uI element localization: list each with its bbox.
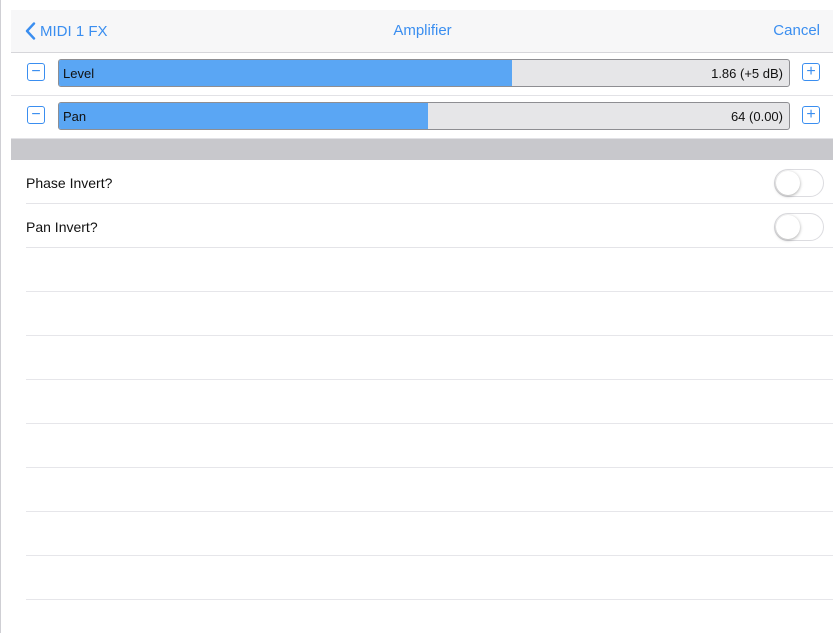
level-increment-button[interactable]: + bbox=[802, 63, 820, 81]
phase-invert-row: Phase Invert? bbox=[11, 161, 833, 204]
phase-invert-label: Phase Invert? bbox=[26, 175, 113, 191]
empty-row-divider bbox=[26, 335, 833, 336]
minus-icon: − bbox=[31, 105, 41, 123]
level-slider-label: Level bbox=[63, 66, 95, 81]
cancel-button[interactable]: Cancel bbox=[773, 22, 820, 39]
pan-increment-button[interactable]: + bbox=[802, 106, 820, 124]
empty-row-divider bbox=[26, 467, 833, 468]
level-slider-value: 1.86 (+5 dB) bbox=[711, 66, 783, 81]
pan-slider[interactable]: Pan 64 (0.00) bbox=[58, 102, 790, 130]
empty-row-divider bbox=[26, 555, 833, 556]
plus-icon: + bbox=[806, 105, 816, 123]
phase-invert-switch[interactable] bbox=[774, 169, 824, 197]
empty-row-divider bbox=[26, 423, 833, 424]
pan-slider-label: Pan bbox=[63, 109, 87, 124]
empty-row-divider bbox=[26, 511, 833, 512]
switch-knob bbox=[776, 215, 800, 239]
plus-icon: + bbox=[806, 62, 816, 80]
pan-slider-value: 64 (0.00) bbox=[730, 109, 783, 124]
app-frame: MIDI 1 FX Amplifier Cancel − Level 1.86 … bbox=[0, 0, 833, 633]
level-slider-fill bbox=[59, 60, 512, 86]
switch-knob bbox=[776, 171, 800, 195]
pan-slider-fill bbox=[59, 103, 428, 129]
pan-invert-label: Pan Invert? bbox=[26, 219, 98, 235]
section-separator bbox=[11, 139, 833, 160]
row-divider bbox=[26, 203, 833, 204]
level-decrement-button[interactable]: − bbox=[27, 63, 45, 81]
pan-invert-row: Pan Invert? bbox=[11, 205, 833, 248]
page-title: Amplifier bbox=[393, 22, 452, 39]
empty-row-divider bbox=[26, 599, 833, 600]
empty-row-divider bbox=[26, 291, 833, 292]
navigation-bar: MIDI 1 FX Amplifier Cancel bbox=[11, 10, 833, 53]
minus-icon: − bbox=[31, 62, 41, 80]
level-slider[interactable]: Level 1.86 (+5 dB) bbox=[58, 59, 790, 87]
pan-slider-row: − Pan 64 (0.00) + bbox=[11, 96, 833, 139]
row-divider bbox=[26, 247, 833, 248]
pan-decrement-button[interactable]: − bbox=[27, 106, 45, 124]
pan-invert-switch[interactable] bbox=[774, 213, 824, 241]
empty-row-divider bbox=[26, 379, 833, 380]
level-slider-row: − Level 1.86 (+5 dB) + bbox=[11, 53, 833, 96]
